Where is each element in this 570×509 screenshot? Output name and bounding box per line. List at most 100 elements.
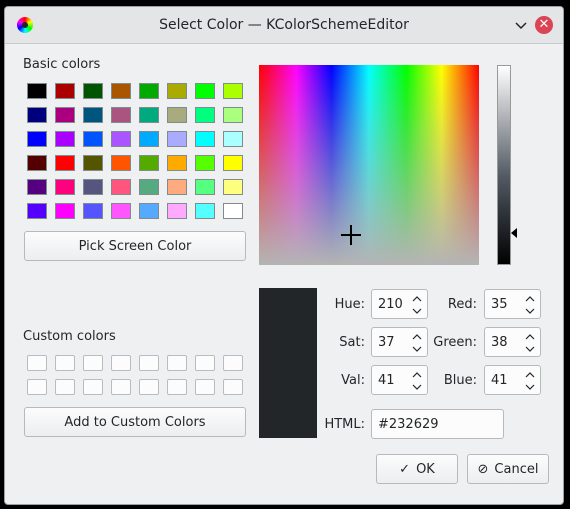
val-spinbox[interactable]: 41 xyxy=(371,365,428,395)
sat-label: Sat: xyxy=(339,335,365,350)
basic-color-swatch[interactable] xyxy=(223,83,243,99)
val-value: 41 xyxy=(378,373,395,388)
basic-color-swatch[interactable] xyxy=(223,131,243,147)
basic-color-swatch[interactable] xyxy=(195,131,215,147)
custom-color-swatch[interactable] xyxy=(195,379,215,395)
chevron-up-icon[interactable] xyxy=(524,370,536,380)
basic-color-swatch[interactable] xyxy=(27,155,47,171)
val-label: Val: xyxy=(341,373,365,388)
basic-color-swatch[interactable] xyxy=(111,203,131,219)
basic-color-swatch[interactable] xyxy=(27,131,47,147)
basic-color-swatch[interactable] xyxy=(83,107,103,123)
add-to-custom-colors-button[interactable]: Add to Custom Colors xyxy=(24,407,246,437)
basic-color-swatch[interactable] xyxy=(195,155,215,171)
chevron-down-icon[interactable] xyxy=(411,344,423,354)
red-spinbox[interactable]: 35 xyxy=(484,289,541,319)
basic-color-swatch[interactable] xyxy=(55,155,75,171)
chevron-up-icon[interactable] xyxy=(411,332,423,342)
basic-color-swatch[interactable] xyxy=(111,131,131,147)
custom-color-swatch[interactable] xyxy=(27,355,47,371)
basic-color-swatch[interactable] xyxy=(27,107,47,123)
ok-button[interactable]: ✓ OK xyxy=(376,454,458,484)
basic-color-swatch[interactable] xyxy=(27,203,47,219)
pick-screen-color-button[interactable]: Pick Screen Color xyxy=(24,231,246,261)
basic-color-swatch[interactable] xyxy=(167,83,187,99)
color-spectrum[interactable] xyxy=(259,65,479,265)
chevron-down-icon[interactable] xyxy=(524,382,536,392)
basic-color-swatch[interactable] xyxy=(167,179,187,195)
green-value: 38 xyxy=(491,335,508,350)
basic-color-swatch[interactable] xyxy=(55,83,75,99)
custom-color-swatch[interactable] xyxy=(195,355,215,371)
basic-color-swatch[interactable] xyxy=(27,179,47,195)
basic-color-swatch[interactable] xyxy=(111,155,131,171)
basic-color-swatch[interactable] xyxy=(139,83,159,99)
basic-color-swatch[interactable] xyxy=(195,203,215,219)
basic-color-swatch[interactable] xyxy=(55,107,75,123)
blue-spinbox[interactable]: 41 xyxy=(484,365,541,395)
hue-spinbox[interactable]: 210 xyxy=(371,289,428,319)
html-input[interactable]: #232629 xyxy=(371,409,504,439)
basic-color-swatch[interactable] xyxy=(55,179,75,195)
custom-color-swatch[interactable] xyxy=(55,355,75,371)
basic-color-swatch[interactable] xyxy=(167,131,187,147)
basic-color-swatch[interactable] xyxy=(83,131,103,147)
basic-color-swatch[interactable] xyxy=(27,83,47,99)
chevron-up-icon[interactable] xyxy=(411,294,423,304)
basic-color-swatch[interactable] xyxy=(83,179,103,195)
custom-color-swatch[interactable] xyxy=(55,379,75,395)
basic-color-swatch[interactable] xyxy=(55,131,75,147)
basic-color-swatch[interactable] xyxy=(195,107,215,123)
basic-color-swatch[interactable] xyxy=(111,83,131,99)
chevron-up-icon[interactable] xyxy=(524,332,536,342)
basic-color-swatch[interactable] xyxy=(195,179,215,195)
basic-color-swatch[interactable] xyxy=(223,179,243,195)
custom-color-swatch[interactable] xyxy=(139,355,159,371)
basic-color-swatch[interactable] xyxy=(111,107,131,123)
luminance-slider[interactable] xyxy=(497,65,511,265)
custom-color-swatch[interactable] xyxy=(167,379,187,395)
chevron-down-icon[interactable] xyxy=(513,17,529,33)
chevron-down-icon[interactable] xyxy=(411,382,423,392)
green-spinbox[interactable]: 38 xyxy=(484,327,541,357)
sat-value: 37 xyxy=(378,335,395,350)
basic-color-swatch[interactable] xyxy=(223,107,243,123)
basic-color-swatch[interactable] xyxy=(223,155,243,171)
custom-color-swatch[interactable] xyxy=(223,355,243,371)
basic-color-swatch[interactable] xyxy=(139,203,159,219)
basic-color-swatch[interactable] xyxy=(111,179,131,195)
basic-color-swatch[interactable] xyxy=(139,179,159,195)
basic-color-swatch[interactable] xyxy=(83,83,103,99)
chevron-up-icon[interactable] xyxy=(524,294,536,304)
basic-color-swatch[interactable] xyxy=(223,203,243,219)
crosshair-icon xyxy=(341,225,361,245)
luminance-handle-icon[interactable] xyxy=(511,228,517,238)
custom-color-swatch[interactable] xyxy=(111,355,131,371)
chevron-down-icon[interactable] xyxy=(524,306,536,316)
custom-color-swatch[interactable] xyxy=(83,379,103,395)
basic-color-swatch[interactable] xyxy=(167,203,187,219)
custom-color-swatch[interactable] xyxy=(139,379,159,395)
close-icon[interactable]: ✕ xyxy=(535,16,553,34)
basic-color-swatch[interactable] xyxy=(139,131,159,147)
custom-color-swatch[interactable] xyxy=(167,355,187,371)
chevron-down-icon[interactable] xyxy=(524,344,536,354)
basic-color-swatch[interactable] xyxy=(139,155,159,171)
custom-color-swatch[interactable] xyxy=(111,379,131,395)
basic-color-swatch[interactable] xyxy=(195,83,215,99)
sat-spinbox[interactable]: 37 xyxy=(371,327,428,357)
cancel-icon: ⊘ xyxy=(477,462,489,477)
basic-color-swatch[interactable] xyxy=(83,155,103,171)
custom-color-swatch[interactable] xyxy=(223,379,243,395)
custom-color-swatch[interactable] xyxy=(83,355,103,371)
basic-color-swatch[interactable] xyxy=(83,203,103,219)
basic-color-swatch[interactable] xyxy=(167,107,187,123)
basic-color-swatch[interactable] xyxy=(55,203,75,219)
chevron-down-icon[interactable] xyxy=(411,306,423,316)
chevron-up-icon[interactable] xyxy=(411,370,423,380)
basic-color-swatch[interactable] xyxy=(139,107,159,123)
title-bar: Select Color — KColorSchemeEditor ✕ xyxy=(5,7,563,44)
cancel-button[interactable]: ⊘ Cancel xyxy=(467,454,549,484)
custom-color-swatch[interactable] xyxy=(27,379,47,395)
basic-color-swatch[interactable] xyxy=(167,155,187,171)
